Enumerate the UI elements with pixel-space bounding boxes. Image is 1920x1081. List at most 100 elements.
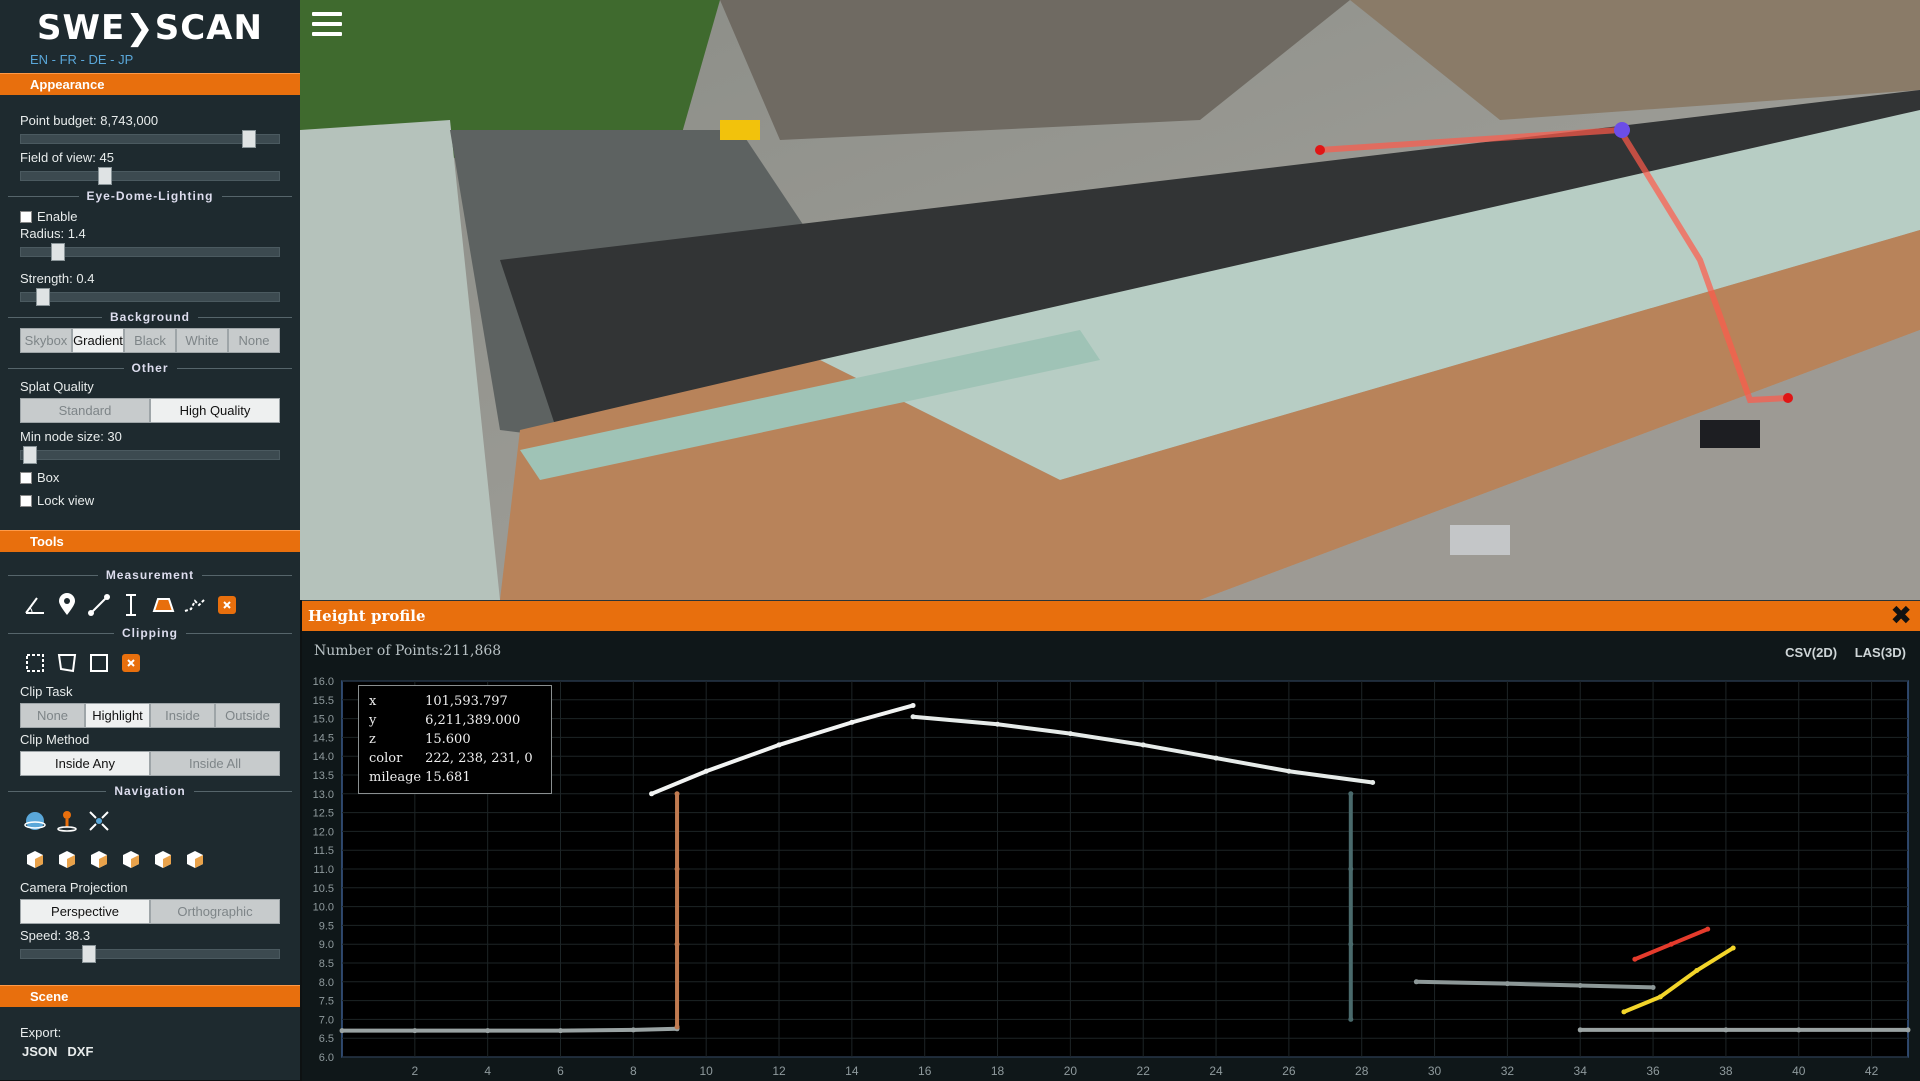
dark-car [1700,420,1760,448]
top-view-icon[interactable] [86,846,112,872]
clip-task-option-highlight[interactable]: Highlight [85,703,150,728]
tooltip-value: 101,593.797 [425,694,508,709]
clip-method-selector[interactable]: Inside Any Inside All [20,751,280,776]
point-cloud-viewer[interactable] [300,0,1920,600]
slider-thumb[interactable] [97,167,112,185]
y-tick-label: 9.5 [319,920,334,932]
profile-point [1213,755,1219,761]
las-download-link[interactable]: LAS(3D) [1855,645,1906,660]
splat-option-high-quality[interactable]: High Quality [150,398,280,423]
angle-icon[interactable] [22,592,48,618]
box-checkbox[interactable]: Box [0,470,300,485]
profile-point [1796,1027,1802,1033]
clip-task-selector[interactable]: None Highlight Inside Outside [20,703,280,728]
edl-strength-slider[interactable] [20,288,280,306]
slider-thumb[interactable] [82,945,97,963]
min-node-size-slider[interactable] [20,446,280,464]
earth-controls-icon[interactable] [22,808,48,834]
appearance-header[interactable]: Appearance [0,73,300,95]
clip-task-label: Clip Task [20,684,73,699]
speed-slider[interactable] [20,945,280,963]
edl-radius-slider[interactable] [20,243,280,261]
clip-method-label: Clip Method [20,732,90,747]
profile-icon[interactable] [182,592,208,618]
background-option-gradient[interactable]: Gradient [72,328,124,353]
slider-thumb[interactable] [242,130,257,148]
profile-start-marker[interactable] [1315,145,1325,155]
profile-end-marker[interactable] [1783,393,1793,403]
background-selector[interactable]: Skybox Gradient Black White None [20,328,280,353]
profile-point [674,866,680,872]
y-tick-label: 13.0 [313,789,334,801]
x-tick-label: 36 [1646,1064,1660,1078]
background-option-skybox[interactable]: Skybox [20,328,72,353]
profile-point [1140,742,1146,748]
profile-point [1413,979,1419,985]
projection-option-orthographic[interactable]: Orthographic [150,899,280,924]
box-label: Box [37,470,60,485]
camera-projection-selector[interactable]: Perspective Orthographic [20,899,280,924]
menu-toggle-icon[interactable] [312,12,342,40]
edl-enable-checkbox[interactable]: Enable [0,209,300,224]
distance-icon[interactable] [86,592,112,618]
orbit-controls-icon[interactable] [86,808,112,834]
front-view-icon[interactable] [54,846,80,872]
remove-measurements-icon[interactable] [214,592,240,618]
slider-thumb[interactable] [35,288,50,306]
camera-projection-label: Camera Projection [20,880,128,895]
fov-label: Field of view: 45 [20,150,114,165]
profile-point [674,941,680,947]
left-view-icon[interactable] [22,846,48,872]
profile-point [1577,983,1583,989]
projection-option-perspective[interactable]: Perspective [20,899,150,924]
lock-view-checkbox[interactable]: Lock view [0,493,300,508]
export-dxf-link[interactable]: DXF [67,1044,93,1059]
point-budget-slider[interactable] [20,130,280,148]
background-option-black[interactable]: Black [124,328,176,353]
clip-task-option-none[interactable]: None [20,703,85,728]
fov-slider[interactable] [20,167,280,185]
tooltip-key: z [369,732,376,747]
checkbox-box[interactable] [20,210,32,223]
checkbox-box[interactable] [20,494,32,507]
back-view-icon[interactable] [182,846,208,872]
language-links[interactable]: EN - FR - DE - JP [0,52,300,67]
fps-controls-icon[interactable] [54,808,80,834]
clip-task-option-outside[interactable]: Outside [215,703,280,728]
y-tick-label: 14.0 [313,751,334,763]
y-tick-label: 7.5 [319,996,334,1008]
bottom-view-icon[interactable] [118,846,144,872]
profile-series-0 [340,1026,680,1033]
splat-option-standard[interactable]: Standard [20,398,150,423]
splat-quality-selector[interactable]: Standard High Quality [20,398,280,423]
clip-method-option-inside-any[interactable]: Inside Any [20,751,150,776]
slider-thumb[interactable] [51,243,66,261]
clip-method-option-inside-all[interactable]: Inside All [150,751,280,776]
export-json-link[interactable]: JSON [22,1044,57,1059]
scene-header[interactable]: Scene [0,985,300,1007]
height-icon[interactable] [118,592,144,618]
clip-plane-icon[interactable] [86,650,112,676]
y-tick-label: 13.5 [313,770,334,782]
clip-polygon-icon[interactable] [54,650,80,676]
background-option-white[interactable]: White [176,328,228,353]
remove-clipping-icon[interactable] [118,650,144,676]
area-icon[interactable] [150,592,176,618]
profile-point [1730,945,1736,951]
download-links: CSV(2D) LAS(3D) [1771,645,1906,660]
right-view-icon[interactable] [150,846,176,872]
aerial-scene[interactable] [300,0,1920,600]
background-option-none[interactable]: None [228,328,280,353]
tools-header[interactable]: Tools [0,530,300,552]
y-tick-label: 7.0 [319,1014,334,1026]
clip-task-option-inside[interactable]: Inside [150,703,215,728]
y-tick-label: 11.0 [313,864,334,876]
checkbox-box[interactable] [20,471,32,484]
x-tick-label: 6 [557,1064,564,1078]
point-icon[interactable] [54,592,80,618]
slider-thumb[interactable] [22,446,37,464]
close-icon[interactable]: ✖ [1890,601,1912,631]
csv-download-link[interactable]: CSV(2D) [1785,645,1837,660]
hover-point-marker[interactable] [1614,122,1630,138]
clip-volume-icon[interactable] [22,650,48,676]
